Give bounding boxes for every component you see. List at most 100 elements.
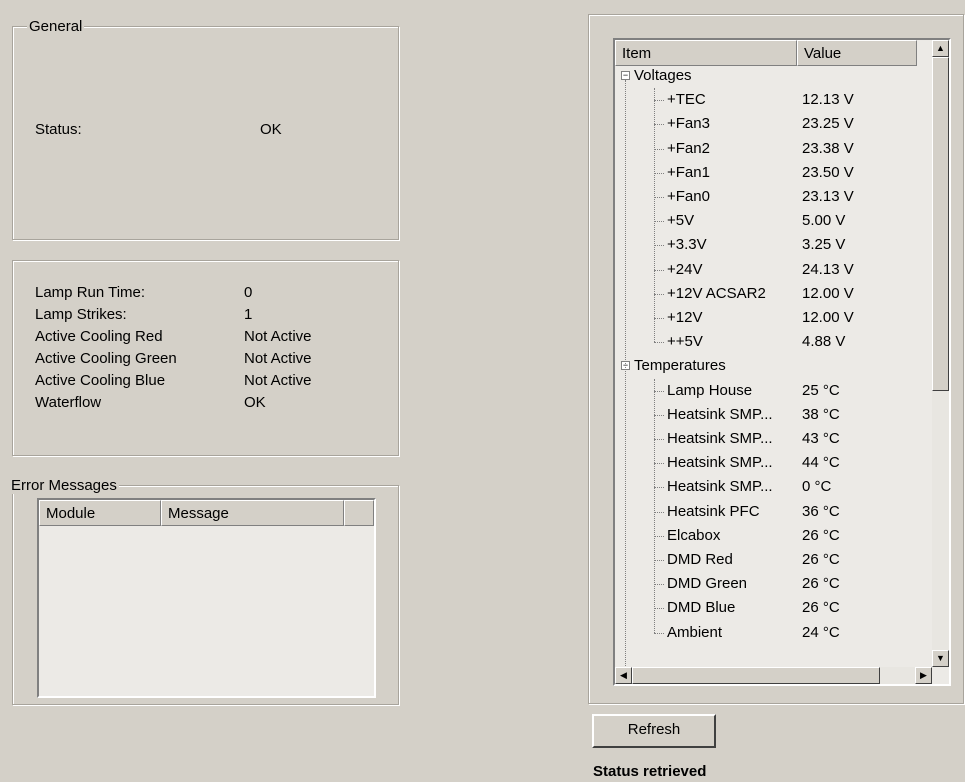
tree-connector: [654, 245, 664, 247]
lamp-info-label: Lamp Strikes:: [35, 306, 127, 323]
tree-item-label[interactable]: +5V: [667, 209, 694, 233]
tree-item-label[interactable]: Heatsink SMP...: [667, 403, 773, 427]
column-header-item[interactable]: Item: [615, 40, 797, 66]
vertical-scroll-thumb[interactable]: [932, 57, 949, 391]
tree-connector: [654, 221, 664, 223]
tree-item-label[interactable]: +TEC: [667, 88, 706, 112]
horizontal-scrollbar[interactable]: ◀ ▶: [615, 667, 932, 684]
tree-item-label[interactable]: Lamp House: [667, 379, 752, 403]
tree-item-value: 23.25 V: [802, 115, 854, 133]
sensor-panel: Item Value − Voltages +TEC 12.13 V +Fan3 23.2…: [588, 14, 964, 704]
tree-item-label[interactable]: +Fan1: [667, 161, 710, 185]
tree-item-value: 36 °C: [802, 502, 840, 520]
tree-item-value: 12.13 V: [802, 91, 854, 109]
tree-item-label[interactable]: +12V ACSAR2: [667, 282, 766, 306]
tree-connector: [654, 632, 664, 634]
tree-item-label[interactable]: Elcabox: [667, 524, 720, 548]
tree-item-label[interactable]: Heatsink SMP...: [667, 427, 773, 451]
lamp-info-value: 1: [244, 306, 253, 323]
tree-item-label[interactable]: DMD Green: [667, 572, 747, 596]
scroll-right-button[interactable]: ▶: [915, 667, 932, 684]
error-messages-groupbox: Error Messages Module Message: [9, 477, 399, 705]
general-title: General: [27, 18, 85, 35]
tree-item-label[interactable]: DMD Blue: [667, 596, 735, 620]
lamp-info-panel: Lamp Run Time: 0 Lamp Strikes: 1 Active Cool…: [12, 260, 399, 456]
sensor-tree-body: − Voltages +TEC 12.13 V +Fan3 23.25 V +Fan2 23.…: [615, 64, 932, 667]
tree-item-label[interactable]: Ambient: [667, 621, 722, 645]
tree-connector: [654, 463, 664, 465]
lamp-info-value: 0: [244, 284, 253, 301]
tree-connector: [654, 511, 664, 513]
tree-item-label[interactable]: Heatsink PFC: [667, 500, 760, 524]
column-header-value[interactable]: Value: [797, 40, 917, 66]
scroll-up-button[interactable]: ▲: [932, 40, 949, 57]
tree-item-label[interactable]: +Fan0: [667, 185, 710, 209]
tree-item-value: 0 °C: [802, 478, 832, 496]
tree-connector: [654, 560, 664, 561]
collapse-toggle-icon[interactable]: −: [621, 71, 630, 80]
tree-item-label[interactable]: +3.3V: [667, 233, 707, 257]
tree-item-value: 26 °C: [802, 575, 840, 593]
tree-connector: [654, 608, 664, 610]
tree-group-label[interactable]: Temperatures: [634, 354, 726, 378]
tree-connector: [654, 318, 664, 319]
tree-item-value: 12.00 V: [802, 309, 854, 326]
tree-item-value: 23.50 V: [802, 163, 854, 181]
tree-item-label[interactable]: DMD Red: [667, 548, 733, 572]
tree-connector: [654, 172, 664, 174]
tree-item-value: 5.00 V: [802, 212, 846, 230]
error-messages-list[interactable]: Module Message: [37, 498, 376, 698]
tree-connector: [654, 535, 664, 537]
lamp-info-label: Waterflow: [35, 394, 102, 411]
arrow-down-icon: ▼: [936, 653, 945, 663]
tree-connector: [654, 269, 664, 271]
status-message: Status retrieved: [593, 763, 707, 780]
tree-connector: [654, 124, 664, 126]
lamp-info-label: Lamp Run Time:: [35, 284, 146, 301]
lamp-info-value: Not Active: [244, 328, 312, 345]
tree-item-value: 3.25 V: [802, 236, 846, 254]
refresh-button[interactable]: Refresh: [592, 714, 716, 748]
sensor-tree[interactable]: Item Value − Voltages +TEC 12.13 V +Fan3 23.2…: [613, 38, 951, 686]
scroll-down-button[interactable]: ▼: [932, 650, 949, 667]
error-list-header: Module Message: [39, 500, 374, 526]
tree-item-label[interactable]: +12V: [667, 306, 702, 330]
tree-connector: [654, 342, 664, 344]
horizontal-scroll-thumb[interactable]: [632, 667, 880, 684]
arrow-up-icon: ▲: [936, 43, 945, 53]
tree-item-value: 23.13 V: [802, 188, 854, 205]
lamp-info-value: OK: [244, 394, 266, 411]
tree-item-value: 26 °C: [802, 526, 840, 544]
lamp-info-value: Not Active: [244, 372, 312, 389]
tree-item-label[interactable]: +24V: [667, 258, 702, 282]
column-header-message[interactable]: Message: [161, 500, 344, 526]
tree-connector: [654, 414, 664, 416]
tree-item-value: 25 °C: [802, 381, 840, 399]
scroll-left-button[interactable]: ◀: [615, 667, 632, 684]
tree-item-value: 43 °C: [802, 430, 840, 447]
tree-connector: [654, 100, 664, 102]
tree-item-value: 23.38 V: [802, 139, 854, 157]
tree-group-label[interactable]: Voltages: [634, 64, 692, 88]
status-value: OK: [260, 121, 282, 138]
tree-item-label[interactable]: Heatsink SMP...: [667, 475, 773, 499]
tree-item-label[interactable]: Heatsink SMP...: [667, 451, 773, 475]
tree-item-label[interactable]: ++5V: [667, 330, 703, 354]
column-header-filler: [344, 500, 374, 526]
tree-connector: [654, 584, 664, 586]
tree-item-value: 26 °C: [802, 599, 840, 617]
lamp-info-label: Active Cooling Blue: [35, 372, 166, 389]
tree-connector: [654, 390, 664, 392]
tree-item-label[interactable]: +Fan3: [667, 112, 710, 136]
tree-connector: [654, 88, 655, 343]
tree-connector: [654, 378, 655, 633]
tree-item-value: 4.88 V: [802, 333, 846, 351]
tree-item-value: 24 °C: [802, 623, 840, 641]
sensor-tree-header: Item Value: [615, 40, 932, 66]
vertical-scrollbar[interactable]: ▲ ▼: [932, 40, 949, 667]
tree-connector: [654, 293, 664, 295]
status-label: Status:: [35, 121, 82, 138]
column-header-module[interactable]: Module: [39, 500, 161, 526]
tree-item-value: 38 °C: [802, 405, 840, 423]
tree-item-label[interactable]: +Fan2: [667, 137, 710, 161]
